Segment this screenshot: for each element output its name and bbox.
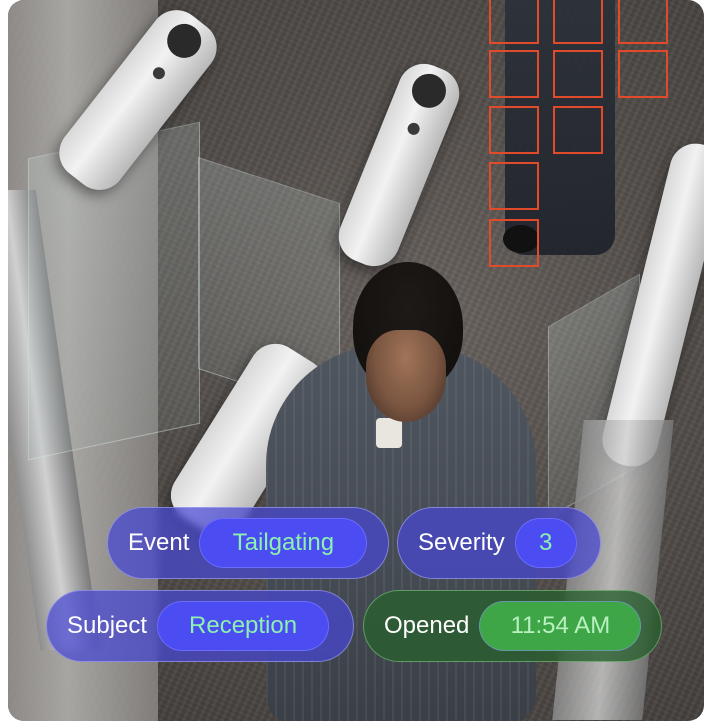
severity-tag-label: Severity [418, 529, 505, 556]
detection-box [618, 0, 668, 44]
detection-box [489, 162, 539, 210]
detection-box [489, 50, 539, 98]
event-tag-label: Event [128, 529, 190, 556]
subject-person-face [366, 330, 446, 422]
opened-tag-value: 11:54 AM [479, 601, 642, 651]
detection-box [553, 0, 603, 44]
detection-box [553, 50, 603, 98]
detection-box [553, 106, 603, 154]
severity-tag[interactable]: Severity 3 [397, 507, 601, 579]
subject-collar [376, 418, 402, 448]
event-tag[interactable]: Event Tailgating [107, 507, 389, 579]
detection-box [489, 106, 539, 154]
subject-tag[interactable]: Subject Reception [46, 590, 354, 662]
opened-tag-label: Opened [384, 612, 470, 639]
event-tag-value: Tailgating [199, 518, 368, 568]
subject-tag-value: Reception [157, 601, 330, 651]
detection-box [618, 50, 668, 98]
opened-tag[interactable]: Opened 11:54 AM [363, 590, 662, 662]
detection-box [489, 219, 539, 267]
severity-tag-value: 3 [514, 518, 577, 568]
subject-tag-label: Subject [67, 612, 148, 639]
detection-box [489, 0, 539, 44]
